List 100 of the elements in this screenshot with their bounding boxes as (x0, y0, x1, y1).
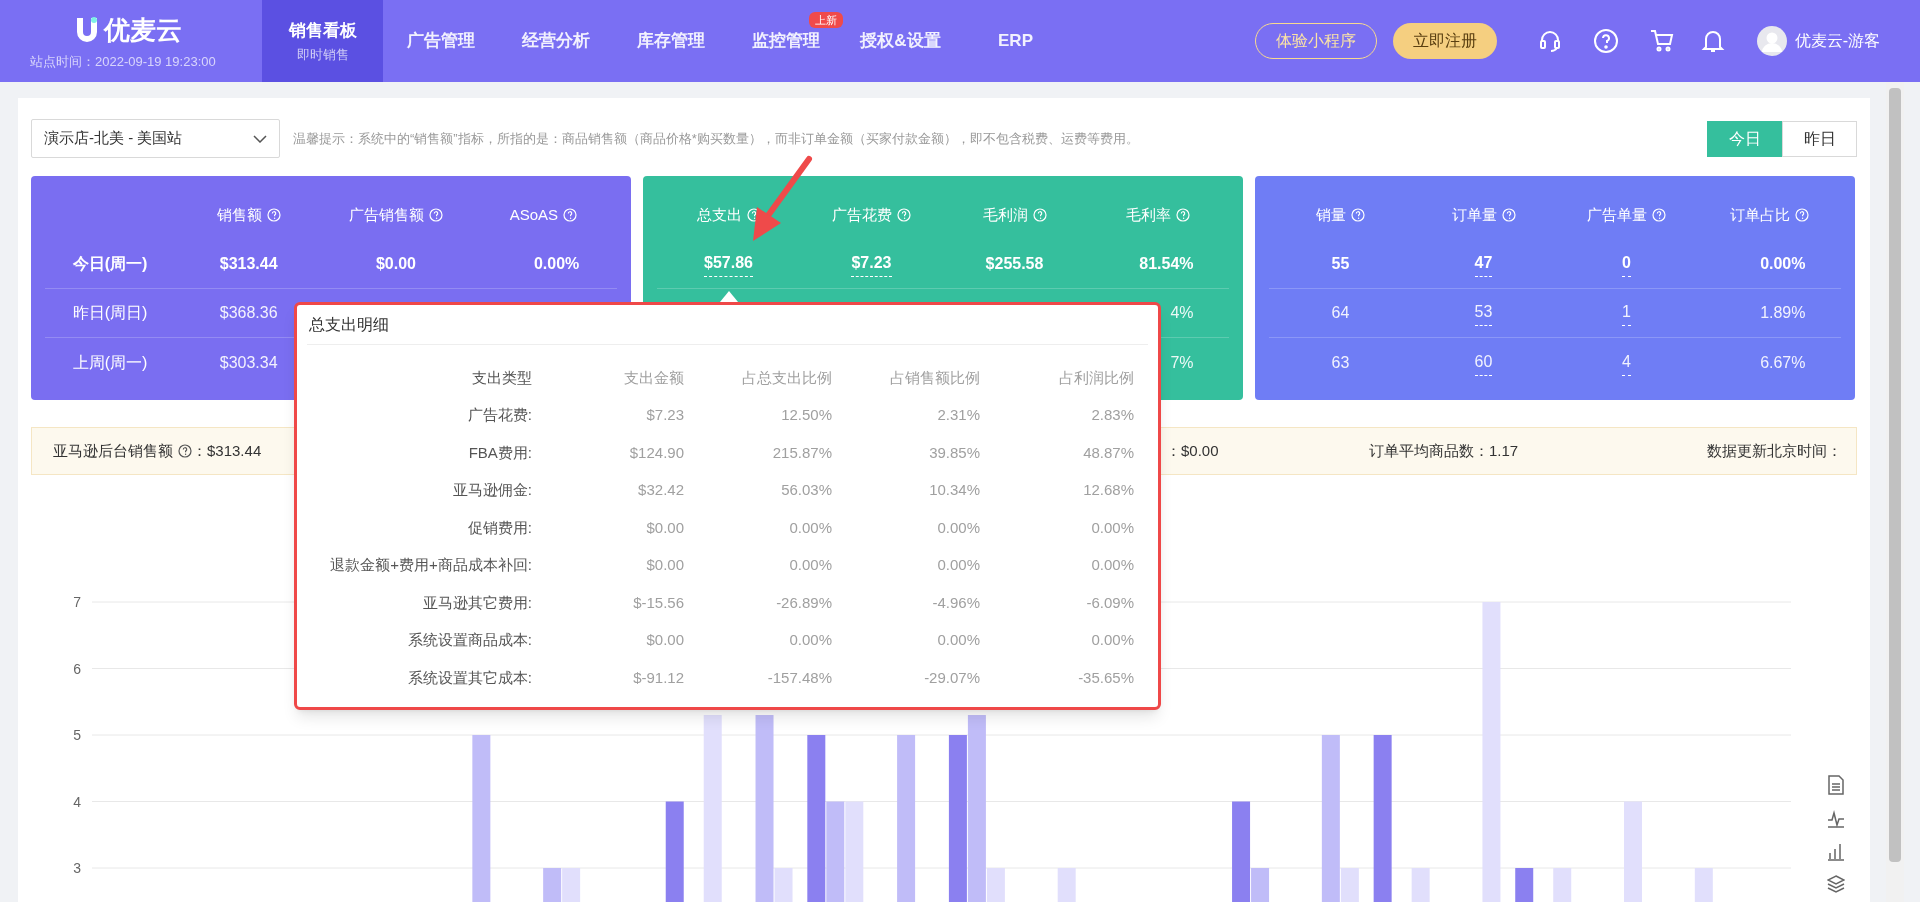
stat-value[interactable]: 60 (1474, 349, 1493, 376)
table-cell-text: 0.00% (936, 630, 980, 650)
table-cell-text: 0.00% (1090, 517, 1134, 538)
column-header: 销售额 (216, 204, 262, 225)
stat-value: $0.00 (375, 254, 416, 274)
cart-icon[interactable] (1648, 28, 1675, 54)
table-cell-text: 亚马逊其它费用: (421, 592, 532, 613)
stat-value[interactable]: 0 (1622, 251, 1631, 277)
stat-value: 64 (1331, 303, 1350, 323)
column-header: 广告花费 (832, 204, 892, 225)
table-cell-text: $32.42 (637, 480, 684, 500)
nav-tab[interactable]: 上新 监控管理 (728, 0, 843, 82)
info-value: ：$0.00 (1166, 440, 1219, 461)
axis-tick-label: 6 (73, 660, 81, 677)
column-header: 毛利润 (982, 204, 1028, 225)
chart-bar (562, 868, 581, 902)
info-value: ：$313.44 (192, 440, 262, 461)
chart-bar (1515, 868, 1534, 902)
table-cell-text: 39.85% (928, 442, 980, 463)
help-icon[interactable] (178, 444, 192, 458)
stat-value: $303.34 (219, 352, 278, 373)
table-cell-text: 退款金额+费用+商品成本补回: (329, 555, 532, 575)
chart-bar (1057, 868, 1076, 902)
table-cell-text: 广告花费: (466, 405, 532, 425)
stat-value: $368.36 (219, 303, 278, 323)
table-cell-text: 48.87% (1082, 442, 1134, 463)
table-cell-text: 0.00% (788, 630, 832, 650)
stat-value: 0.00% (533, 254, 580, 274)
column-header: 订单占比 (1730, 204, 1790, 225)
axis-tick-label: 4 (73, 793, 81, 810)
table-cell-text: 2.83% (1090, 405, 1134, 425)
logo-text: 优麦云 (104, 13, 182, 47)
column-header: ASoAS (509, 204, 558, 225)
layers-icon[interactable] (1827, 874, 1845, 894)
table-cell-text: 56.03% (780, 480, 832, 500)
column-header: 毛利率 (1125, 204, 1171, 225)
chart-bar (1553, 868, 1572, 902)
store-select[interactable]: 演示店-北美 - 美国站 (31, 119, 280, 158)
table-header: 支出金额 (623, 367, 684, 388)
day-tab[interactable]: 今日 (1707, 120, 1782, 157)
user-name[interactable]: 优麦云-游客 (1794, 29, 1880, 53)
register-button[interactable]: 立即注册 (1392, 23, 1497, 59)
table-cell-text: 12.68% (1082, 480, 1134, 500)
logo-icon (74, 16, 100, 45)
nav-tab[interactable]: 库存管理 (613, 0, 728, 82)
table-cell-text: $7.23 (645, 405, 684, 425)
chart-bar (1694, 868, 1713, 902)
avatar-icon[interactable] (1756, 26, 1787, 56)
hint-text: 温馨提示：系统中的“销售额”指标，所指的是：商品销售额（商品价格*购买数量），而非订单金额（买家付款金额），即不包含税费、运费等费用。 (293, 129, 1139, 148)
stat-value[interactable]: 47 (1474, 251, 1493, 277)
nav-tab[interactable]: ERP (958, 0, 1073, 82)
stat-value: 0.00% (1760, 254, 1806, 274)
table-cell-text: 0.00% (1090, 555, 1134, 575)
nav-tab[interactable]: 经营分析 (498, 0, 613, 82)
nav-tab[interactable]: 销售看板 即时销售 (262, 0, 383, 82)
table-cell-text: $0.00 (645, 555, 684, 575)
stat-value: $255.58 (985, 254, 1044, 274)
info-label: 数据更新北京时间： (1707, 440, 1842, 461)
scrollbar[interactable] (1886, 82, 1904, 902)
tooltip-title: 总支出明细 (307, 305, 1148, 345)
tab-subtitle: 即时销售 (296, 46, 349, 64)
info-label: 亚马逊后台销售额 (53, 440, 173, 461)
day-tab[interactable]: 昨日 (1782, 120, 1857, 157)
axis-tick-label: 3 (73, 860, 81, 876)
table-cell-text: 系统设置商品成本: (406, 630, 532, 650)
table-cell-text: 0.00% (788, 555, 832, 575)
stat-value[interactable]: 53 (1474, 300, 1493, 326)
nav-tab[interactable]: 广告管理 (383, 0, 498, 82)
table-cell-text: 10.34% (928, 480, 980, 500)
bar-chart-icon[interactable] (1827, 841, 1845, 861)
stat-value[interactable]: 1 (1622, 300, 1631, 326)
bell-icon[interactable] (1700, 28, 1725, 54)
document-icon[interactable] (1827, 775, 1845, 795)
stat-value[interactable]: 4 (1622, 349, 1631, 376)
table-cell-text: $-15.56 (632, 592, 684, 613)
table-cell-text: $0.00 (645, 630, 684, 650)
table-cell-text: 2.31% (936, 405, 980, 425)
table-cell-text: -26.89% (775, 592, 832, 613)
site-time: 站点时间：2022-09-19 19:23:00 (30, 52, 216, 71)
table-header: 支出类型 (471, 367, 532, 388)
info-label: 订单平均商品数： (1369, 440, 1489, 461)
chevron-down-icon (253, 134, 267, 143)
table-header: 占销售额比例 (889, 367, 980, 388)
table-cell-text: $-91.12 (632, 667, 684, 688)
stat-value: 4% (1170, 303, 1194, 323)
stat-value: 81.54% (1139, 254, 1194, 274)
stat-value[interactable]: $57.86 (704, 251, 753, 277)
column-header: 广告单量 (1587, 204, 1647, 225)
column-header: 广告销售额 (349, 204, 424, 225)
nav-tab[interactable]: 授权&设置 (843, 0, 958, 82)
table-cell-text: -35.65% (1077, 667, 1134, 688)
table-cell-text: FBA费用: (467, 442, 532, 463)
stat-value[interactable]: $7.23 (851, 251, 892, 277)
table-cell-text: 0.00% (788, 517, 832, 538)
axis-tick-label: 7 (73, 594, 81, 610)
table-cell-text: 215.87% (771, 442, 832, 463)
table-cell-text: 系统设置其它成本: (406, 667, 532, 688)
stat-value: 63 (1331, 352, 1350, 373)
table-header: 占总支出比例 (741, 367, 832, 388)
stat-value: 55 (1331, 254, 1350, 274)
